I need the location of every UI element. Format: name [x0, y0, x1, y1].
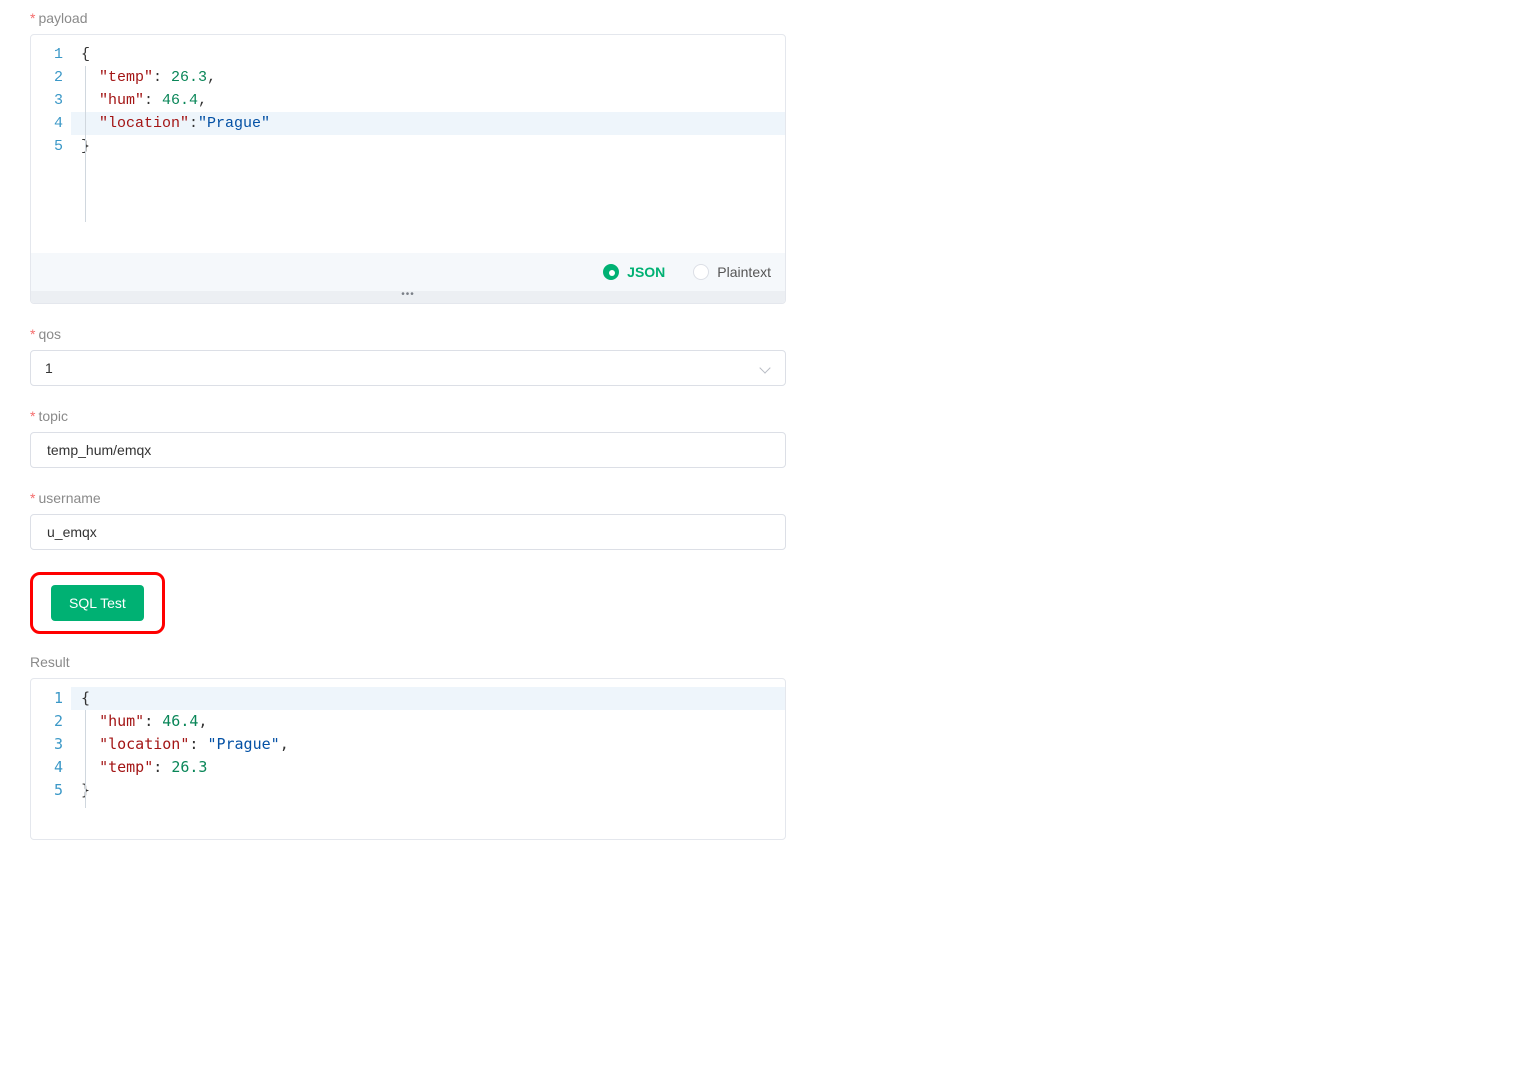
payload-gutter: 12345: [31, 35, 71, 253]
qos-select[interactable]: 1: [30, 350, 786, 386]
qos-label-text: qos: [38, 326, 61, 342]
payload-label-text: payload: [38, 10, 87, 26]
payload-code[interactable]: { "temp": 26.3, "hum": 46.4, "location":…: [71, 35, 785, 253]
payload-editor[interactable]: 12345 { "temp": 26.3, "hum": 46.4, "loca…: [30, 34, 786, 304]
format-plaintext-radio[interactable]: Plaintext: [693, 264, 771, 280]
payload-format-bar: JSON Plaintext: [31, 253, 785, 291]
result-label: Result: [30, 654, 1490, 670]
format-json-radio[interactable]: JSON: [603, 264, 665, 280]
resize-handle[interactable]: •••: [31, 291, 785, 303]
format-plaintext-label: Plaintext: [717, 264, 771, 280]
result-code[interactable]: { "hum": 46.4, "location": "Prague", "te…: [71, 679, 785, 839]
username-label: *username: [30, 490, 1490, 506]
username-label-text: username: [38, 490, 100, 506]
username-section: *username: [30, 490, 1490, 550]
chevron-down-icon: [759, 362, 771, 374]
payload-label: *payload: [30, 10, 1490, 26]
qos-value: 1: [45, 360, 53, 376]
qos-section: *qos 1: [30, 326, 1490, 386]
result-section: Result 12345 { "hum": 46.4, "location": …: [30, 654, 1490, 840]
username-input-wrap: [30, 514, 786, 550]
format-json-label: JSON: [627, 264, 665, 280]
sql-test-highlight: SQL Test: [30, 572, 165, 634]
result-editor: 12345 { "hum": 46.4, "location": "Prague…: [30, 678, 786, 840]
result-gutter: 12345: [31, 679, 71, 839]
topic-input[interactable]: [45, 433, 771, 467]
sql-test-button[interactable]: SQL Test: [51, 585, 144, 621]
radio-off-icon: [693, 264, 709, 280]
topic-input-wrap: [30, 432, 786, 468]
payload-section: *payload 12345 { "temp": 26.3, "hum": 46…: [30, 10, 1490, 304]
result-label-text: Result: [30, 654, 70, 670]
topic-label-text: topic: [38, 408, 68, 424]
topic-section: *topic: [30, 408, 1490, 468]
qos-label: *qos: [30, 326, 1490, 342]
username-input[interactable]: [45, 515, 771, 549]
topic-label: *topic: [30, 408, 1490, 424]
radio-on-icon: [603, 264, 619, 280]
